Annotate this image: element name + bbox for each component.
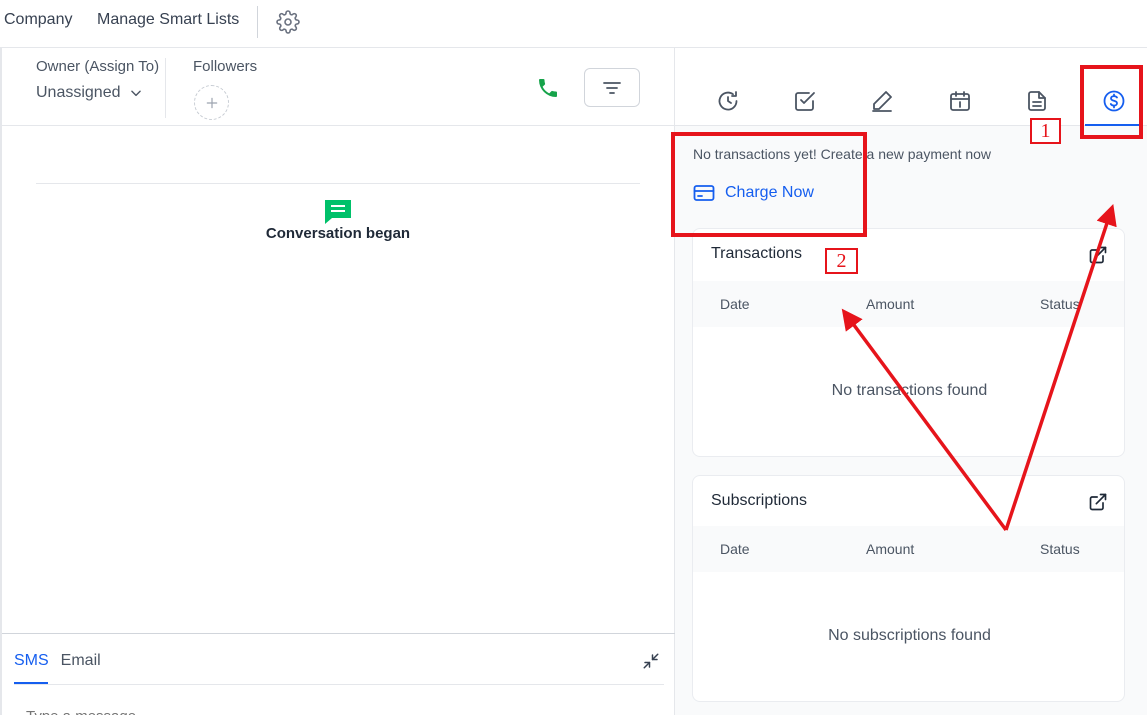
- subscriptions-card: Subscriptions Date Amount Status No subs…: [692, 475, 1125, 702]
- conversation-divider: [36, 183, 640, 184]
- annotation-label-1: 1: [1030, 118, 1061, 144]
- calendar-icon[interactable]: [948, 89, 972, 113]
- column-amount: Amount: [866, 541, 915, 557]
- subscriptions-empty-state: No subscriptions found: [828, 627, 991, 644]
- contact-header: Owner (Assign To) Unassigned Followers: [2, 48, 675, 126]
- add-follower-button[interactable]: [194, 85, 229, 120]
- annotation-highlight-2: [671, 132, 867, 237]
- column-status: Status: [1040, 541, 1080, 557]
- external-link-icon[interactable]: [1088, 492, 1108, 512]
- composer-tabs: SMS Email: [14, 652, 101, 670]
- transactions-card: Transactions Date Amount Status No trans…: [692, 228, 1125, 457]
- owner-label: Owner (Assign To): [36, 58, 160, 75]
- tab-email[interactable]: Email: [61, 652, 101, 670]
- gear-icon[interactable]: [276, 10, 300, 34]
- notes-icon[interactable]: [870, 89, 894, 113]
- phone-icon[interactable]: [536, 76, 560, 100]
- transactions-table-header: Date Amount Status: [693, 281, 1124, 327]
- chevron-down-icon: [130, 90, 141, 97]
- column-amount: Amount: [866, 296, 915, 312]
- column-date: Date: [720, 541, 750, 557]
- external-link-icon[interactable]: [1088, 245, 1108, 265]
- transactions-title: Transactions: [711, 245, 802, 262]
- composer-divider: [14, 684, 664, 685]
- message-input[interactable]: [26, 706, 626, 715]
- plus-icon: [206, 97, 217, 108]
- header-divider: [165, 58, 166, 118]
- conversation-pane: Owner (Assign To) Unassigned Followers C…: [0, 48, 675, 715]
- top-navigation-bar: Company Manage Smart Lists: [0, 0, 1147, 48]
- tab-sms[interactable]: SMS: [14, 652, 49, 670]
- transactions-empty-state: No transactions found: [831, 382, 988, 399]
- tasks-icon[interactable]: [793, 89, 817, 113]
- filter-icon: [603, 81, 621, 94]
- active-tab-indicator: [14, 682, 48, 684]
- message-composer: SMS Email: [2, 633, 675, 715]
- nav-divider: [257, 6, 258, 38]
- minimize-icon[interactable]: [642, 652, 660, 670]
- column-status: Status: [1040, 296, 1080, 312]
- column-date: Date: [720, 296, 750, 312]
- details-tab-bar: [675, 48, 1147, 126]
- owner-select[interactable]: Unassigned: [36, 84, 143, 102]
- nav-company[interactable]: Company: [4, 11, 72, 29]
- owner-value: Unassigned: [36, 84, 121, 101]
- subscriptions-table-header: Date Amount Status: [693, 526, 1124, 572]
- annotation-highlight-1: [1080, 65, 1143, 139]
- filter-button[interactable]: [584, 68, 640, 107]
- followers-label: Followers: [193, 58, 258, 75]
- chat-bubble-icon: [325, 200, 351, 224]
- document-icon[interactable]: [1025, 89, 1049, 113]
- activity-icon[interactable]: [716, 89, 740, 113]
- annotation-label-2: 2: [825, 248, 858, 274]
- subscriptions-title: Subscriptions: [711, 492, 808, 509]
- conversation-began-label: Conversation began: [265, 225, 411, 242]
- nav-manage-smart-lists[interactable]: Manage Smart Lists: [97, 11, 239, 29]
